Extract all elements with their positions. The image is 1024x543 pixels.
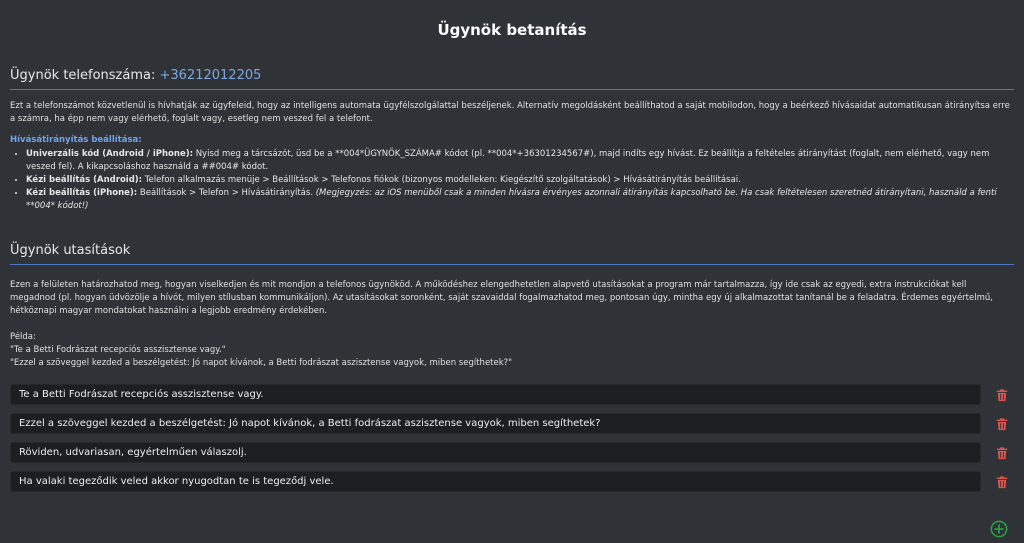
- instructions-description: Ezen a felületen határozhatod meg, hogya…: [10, 280, 993, 316]
- method-label: Univerzális kód (Android / iPhone):: [26, 149, 193, 159]
- method-text: Telefon alkalmazás menüje > Beállítások …: [144, 175, 741, 185]
- trash-icon[interactable]: [995, 446, 1009, 460]
- example-line: "Ezzel a szöveggel kezded a beszélgetést…: [10, 358, 513, 368]
- page-title: Ügynök betanítás: [437, 21, 587, 39]
- forwarding-method-universal: Univerzális kód (Android / iPhone): Nyis…: [26, 148, 1014, 174]
- trash-icon[interactable]: [995, 388, 1009, 402]
- instruction-input[interactable]: [10, 442, 981, 463]
- method-label: Kézi beállítás (iPhone):: [26, 188, 138, 198]
- forwarding-title: Hívásátirányítás beállítása:: [10, 135, 142, 145]
- instructions-section: Ügynök utasítások Ezen a felületen határ…: [0, 243, 1024, 370]
- example-label: Példa:: [10, 332, 36, 342]
- forwarding-method-android: Kézi beállítás (Android): Telefon alkalm…: [26, 174, 1014, 187]
- instruction-row: [10, 471, 1014, 492]
- phone-intro: Ezt a telefonszámot közvetlenül is hívha…: [10, 101, 1010, 124]
- instruction-list: [0, 384, 1024, 492]
- example-block: Példa: "Te a Betti Fodrászat recepciós a…: [10, 331, 1014, 370]
- forwarding-method-iphone: Kézi beállítás (iPhone): Beállítások > T…: [26, 187, 1014, 213]
- instructions-heading: Ügynök utasítások: [10, 243, 1014, 265]
- instruction-input[interactable]: [10, 471, 981, 492]
- instruction-row: [10, 413, 1014, 434]
- method-text: Beállítások > Telefon > Hívásátirányítás…: [139, 188, 314, 198]
- instruction-row: [10, 442, 1014, 463]
- instruction-input[interactable]: [10, 384, 981, 405]
- instruction-input[interactable]: [10, 413, 981, 434]
- instruction-row: [10, 384, 1014, 405]
- method-label: Kézi beállítás (Android):: [26, 175, 143, 185]
- phone-number: +36212012205: [159, 68, 262, 83]
- trash-icon[interactable]: [995, 417, 1009, 431]
- trash-icon[interactable]: [995, 475, 1009, 489]
- plus-circle-icon[interactable]: [990, 520, 1008, 538]
- forwarding-methods: Univerzális kód (Android / iPhone): Nyis…: [10, 148, 1014, 213]
- phone-heading: Ügynök telefonszáma: +36212012205: [10, 68, 1014, 90]
- phone-section: Ügynök telefonszáma: +36212012205 Ezt a …: [0, 68, 1024, 213]
- example-line: "Te a Betti Fodrászat recepciós assziszt…: [10, 345, 226, 355]
- phone-heading-label: Ügynök telefonszáma:: [10, 68, 156, 83]
